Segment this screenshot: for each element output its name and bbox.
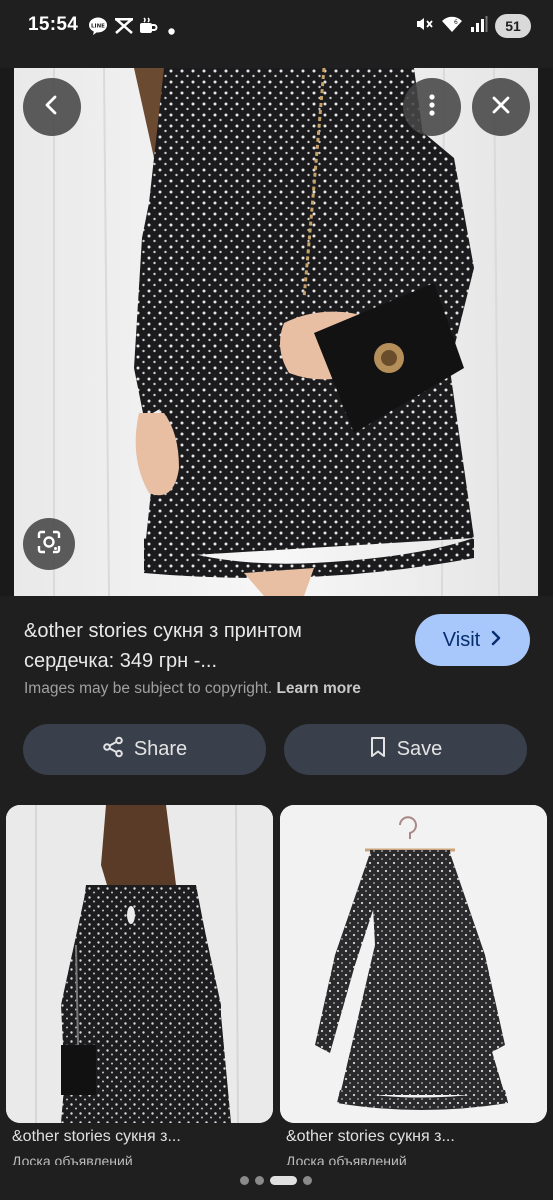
close-icon — [490, 94, 512, 121]
save-label: Save — [396, 738, 443, 760]
related-card-2[interactable] — [280, 805, 547, 1123]
svg-text:LINE: LINE — [91, 24, 105, 30]
lens-button[interactable] — [23, 518, 75, 570]
app-icon — [113, 16, 135, 41]
visit-label: Visit — [442, 628, 481, 651]
dress-photo — [14, 68, 538, 596]
pager-dot-active — [270, 1176, 297, 1185]
svg-text:6: 6 — [454, 19, 458, 26]
lens-icon — [36, 529, 62, 560]
learn-more-link[interactable]: Learn more — [276, 680, 360, 697]
result-info: &other stories сукня з принтом сердечка:… — [0, 596, 553, 800]
pager-dot — [255, 1176, 264, 1185]
more-button[interactable] — [403, 78, 461, 136]
copyright-text: Images may be subject to copyright. — [24, 680, 273, 697]
pager-dot — [240, 1176, 249, 1185]
related-caption-2[interactable]: &other stories сукня з... — [286, 1128, 455, 1146]
save-button[interactable]: Save — [284, 724, 527, 775]
hero-image[interactable] — [0, 68, 553, 596]
line-icon: LINE — [88, 16, 108, 41]
bookmark-icon — [369, 736, 387, 764]
related-source-1: Доска объявлений — [12, 1153, 133, 1165]
related-image-2 — [280, 805, 547, 1123]
signal-icon — [470, 15, 488, 38]
related-card-1[interactable] — [6, 805, 273, 1123]
close-button[interactable] — [472, 78, 530, 136]
dot-icon — [168, 22, 175, 40]
battery-icon: 51 — [495, 14, 531, 38]
result-title[interactable]: &other stories сукня з принтом сердечка:… — [24, 616, 394, 676]
mute-icon — [414, 14, 434, 39]
coffee-icon — [138, 16, 158, 41]
related-image-1 — [6, 805, 273, 1123]
system-icons: 6 51 — [414, 13, 531, 39]
share-button[interactable]: Share — [23, 724, 266, 775]
wifi-icon: 6 — [441, 14, 463, 39]
chevron-right-icon — [490, 629, 502, 652]
copyright-notice: Images may be subject to copyright. Lear… — [24, 680, 361, 698]
share-label: Share — [133, 738, 188, 760]
pager-indicator — [240, 1176, 312, 1185]
status-bar: 15:54 LINE 6 51 — [0, 0, 553, 52]
status-time: 15:54 — [28, 14, 79, 35]
related-source-2: Доска объявлений — [286, 1153, 407, 1165]
related-caption-1[interactable]: &other stories сукня з... — [12, 1128, 181, 1146]
back-button[interactable] — [23, 78, 81, 136]
pager-dot — [303, 1176, 312, 1185]
share-icon — [102, 736, 124, 764]
more-icon — [428, 93, 436, 122]
back-icon — [41, 94, 63, 121]
visit-button[interactable]: Visit — [415, 614, 530, 666]
